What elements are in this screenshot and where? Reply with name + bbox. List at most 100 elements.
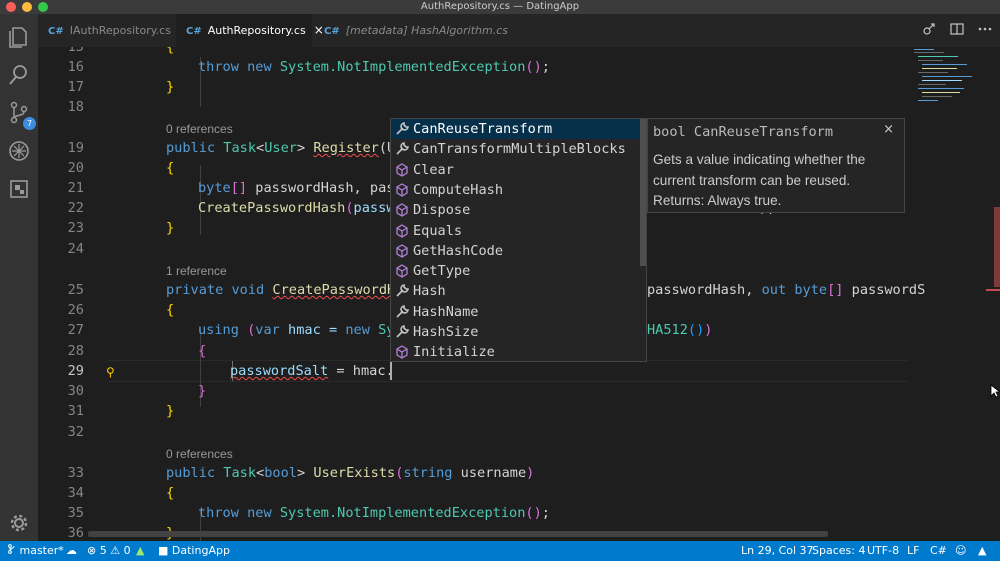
line-number: 34 <box>67 485 84 501</box>
detail-description: Gets a value indicating whether the curr… <box>653 152 866 188</box>
tab-hashalgorithm-metadata[interactable]: C# [metadata] HashAlgorithm.cs <box>314 14 514 47</box>
eol-setting[interactable]: LF <box>907 541 919 561</box>
language-mode[interactable]: C# <box>930 541 947 561</box>
project-selector[interactable]: ■ DatingApp <box>158 541 230 561</box>
suggest-item[interactable]: Clear <box>391 160 641 180</box>
detail-returns: Returns: Always true. <box>653 193 782 208</box>
scm-badge: 7 <box>23 117 36 130</box>
scrollbar-error-marker <box>986 289 1000 291</box>
horizontal-scrollbar[interactable] <box>88 531 828 537</box>
line-number: 29 <box>67 363 84 379</box>
minimize-window-button[interactable] <box>22 2 32 12</box>
mouse-pointer-icon <box>990 383 1000 402</box>
line-number: 20 <box>67 160 84 176</box>
source-control-icon[interactable]: 7 <box>6 100 36 130</box>
close-icon[interactable]: × <box>883 122 894 137</box>
wrench-icon <box>394 141 410 157</box>
line-number: 23 <box>67 220 84 236</box>
tab-label: IAuthRepository.cs <box>69 24 171 37</box>
codelens-references[interactable]: 0 references <box>166 119 233 139</box>
vertical-scrollbar[interactable] <box>986 47 1000 541</box>
status-bar: master* ☁ ⊗ 5 ⚠ 0 ▲ ■ DatingApp Ln 29, C… <box>0 541 1000 561</box>
editor-actions <box>922 14 992 47</box>
suggest-item[interactable]: GetType <box>391 261 641 281</box>
code-line-current: 29 ⚲ passwordSalt = hmac. <box>38 361 910 381</box>
csharp-icon: C# <box>186 26 202 37</box>
method-cube-icon <box>394 182 410 198</box>
open-changes-icon[interactable] <box>922 22 936 40</box>
line-number: 33 <box>67 465 84 481</box>
explorer-icon[interactable] <box>6 24 32 50</box>
method-cube-icon <box>394 243 410 259</box>
flame-icon[interactable]: ▲ <box>136 541 144 561</box>
maximize-window-button[interactable] <box>38 2 48 12</box>
debug-icon[interactable] <box>6 138 32 164</box>
suggest-widget[interactable]: CanReuseTransform CanTransformMultipleBl… <box>390 118 647 362</box>
window-title: AuthRepository.cs — DatingApp <box>420 1 580 12</box>
sync-icon[interactable]: ☁ <box>66 541 77 561</box>
line-number: 30 <box>67 383 84 399</box>
method-cube-icon <box>394 202 410 218</box>
lightbulb-icon[interactable]: ⚲ <box>106 362 115 382</box>
line-number: 35 <box>67 505 84 521</box>
text-cursor <box>390 362 392 380</box>
code-line: 35 throw new System.NotImplementedExcepti… <box>38 503 910 523</box>
suggest-item[interactable]: HashName <box>391 302 641 322</box>
code-line: 32 <box>38 422 910 442</box>
wrench-icon <box>394 121 410 137</box>
gear-icon[interactable] <box>6 510 32 536</box>
suggest-scrollbar[interactable] <box>640 119 646 266</box>
feedback-icon[interactable]: ☺ <box>955 541 966 561</box>
code-line: 18 <box>38 97 910 117</box>
suggest-item[interactable]: ComputeHash <box>391 180 641 200</box>
scrollbar-error-marker <box>994 207 1000 287</box>
method-cube-icon <box>394 344 410 360</box>
code-line: 15{ <box>38 47 910 57</box>
activity-bar: 7 <box>0 14 38 542</box>
split-editor-icon[interactable] <box>950 22 964 40</box>
minimap[interactable] <box>910 47 990 541</box>
line-number: 36 <box>67 525 84 541</box>
codelens-references[interactable]: 1 reference <box>166 261 227 281</box>
line-number: 15 <box>67 47 84 55</box>
search-icon[interactable] <box>6 62 32 88</box>
close-window-button[interactable] <box>6 2 16 12</box>
indentation-setting[interactable]: Spaces: 4 <box>812 541 865 561</box>
suggest-item[interactable]: Hash <box>391 281 641 301</box>
codelens-references[interactable]: 0 references <box>166 444 233 464</box>
branch-indicator[interactable]: master* <box>8 541 64 561</box>
wrench-icon <box>394 304 410 320</box>
tab-bar: C# IAuthRepository.cs C# AuthRepository.cs… <box>38 14 1000 47</box>
tab-label: AuthRepository.cs <box>207 24 306 37</box>
cursor-position[interactable]: Ln 29, Col 37 <box>741 541 814 561</box>
line-number: 19 <box>67 140 84 156</box>
warning-icon: ⚠ <box>110 544 121 557</box>
extensions-icon[interactable] <box>6 176 32 202</box>
suggest-item[interactable]: CanReuseTransform <box>391 119 641 140</box>
error-icon: ⊗ <box>87 544 97 557</box>
folder-icon: ■ <box>158 544 169 557</box>
code-line: 17} <box>38 77 910 97</box>
line-number: 16 <box>67 59 84 75</box>
suggest-item[interactable]: Initialize <box>391 342 641 361</box>
suggest-item[interactable]: Equals <box>391 221 641 241</box>
suggest-item[interactable]: Dispose <box>391 200 641 220</box>
encoding-setting[interactable]: UTF-8 <box>867 541 899 561</box>
more-actions-icon[interactable] <box>978 22 992 40</box>
suggest-item[interactable]: HashSize <box>391 322 641 342</box>
method-cube-icon <box>394 162 410 178</box>
tab-authrepository[interactable]: C# AuthRepository.cs × <box>176 14 324 47</box>
problems-indicator[interactable]: ⊗ 5 ⚠ 0 <box>87 541 131 561</box>
line-number: 27 <box>67 322 84 338</box>
method-cube-icon <box>394 223 410 239</box>
suggest-item[interactable]: CanTransformMultipleBlocks <box>391 139 641 159</box>
code-line: 31} <box>38 401 910 421</box>
line-number: 32 <box>67 424 84 440</box>
line-number: 17 <box>67 79 84 95</box>
line-number: 28 <box>67 343 84 359</box>
tab-label: [metadata] HashAlgorithm.cs <box>345 24 508 37</box>
suggest-item[interactable]: GetHashCode <box>391 241 641 261</box>
tab-iauthrepository[interactable]: C# IAuthRepository.cs <box>38 14 173 47</box>
notifications-icon[interactable]: ▲ <box>978 541 986 561</box>
wrench-icon <box>394 324 410 340</box>
